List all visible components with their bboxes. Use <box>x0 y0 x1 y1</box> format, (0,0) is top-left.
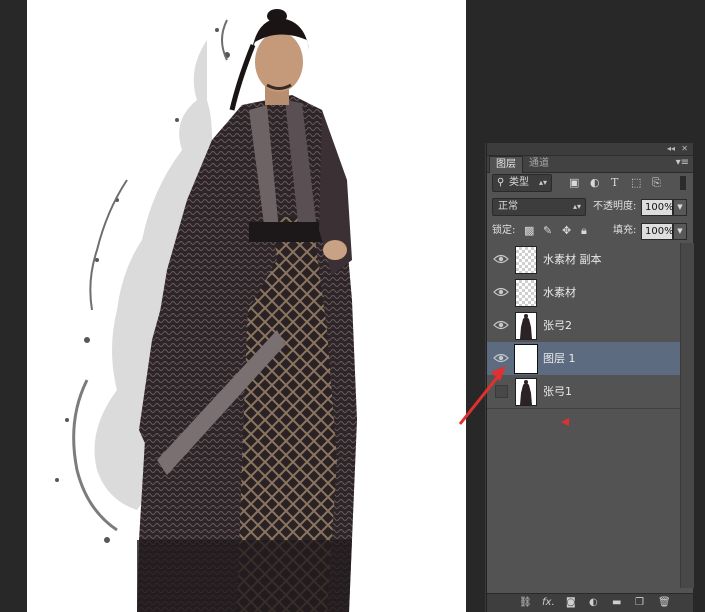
layer-thumbnail <box>515 378 537 406</box>
fill-label: 填充: <box>613 225 637 236</box>
filter-dropdown[interactable]: ⚲ 类型 ▴▾ <box>492 174 552 192</box>
panel-menu-icon[interactable]: ▾≡ <box>676 157 689 168</box>
layer-name[interactable]: 水素材 副本 <box>543 243 602 276</box>
layer-name[interactable]: 图层 1 <box>543 342 576 375</box>
document-canvas[interactable] <box>27 0 466 612</box>
eye-icon[interactable] <box>493 350 509 366</box>
visibility-toggle[interactable] <box>495 385 508 398</box>
lock-label: 锁定: <box>492 225 516 236</box>
layer-name[interactable]: 张弓1 <box>543 375 572 408</box>
layer-name[interactable]: 张弓2 <box>543 309 572 342</box>
tab-layers[interactable]: 图层 <box>489 156 523 173</box>
opacity-label: 不透明度: <box>593 201 637 212</box>
close-icon[interactable]: ✕ <box>681 143 688 155</box>
collapse-icon[interactable]: ◂◂ <box>667 143 675 155</box>
tab-channels[interactable]: 通道 <box>523 156 555 172</box>
add-mask-icon[interactable]: ◙ <box>566 596 576 609</box>
layer-row-selected[interactable]: 图层 1 <box>487 342 680 376</box>
group-folder-icon[interactable]: ▬ <box>612 596 621 609</box>
chevron-down-icon: ▴▾ <box>572 202 581 211</box>
opacity-input[interactable]: 100% <box>641 199 674 216</box>
fill-input[interactable]: 100% <box>641 223 674 240</box>
new-layer-icon[interactable]: ❐ <box>635 596 644 609</box>
image-filter-icon[interactable]: ▣ <box>569 176 579 190</box>
filter-row: ⚲ 类型 ▴▾ ▣ ◐ T ⬚ ⎘ <box>487 173 693 193</box>
eye-icon[interactable] <box>493 251 509 267</box>
eye-icon[interactable] <box>493 284 509 300</box>
opacity-slider-button[interactable]: ▼ <box>673 199 687 216</box>
shape-filter-icon[interactable]: ⬚ <box>631 176 641 190</box>
layers-panel: ◂◂ ✕ 图层 通道 ▾≡ ⚲ 类型 ▴▾ ▣ ◐ T ⬚ ⎘ 正常 ▴▾ 不透… <box>486 143 694 612</box>
link-layers-icon[interactable]: ⛓ <box>519 596 532 609</box>
lock-paint-icon[interactable]: ✎ <box>543 224 552 238</box>
fill-slider-button[interactable]: ▼ <box>673 223 687 240</box>
search-icon: ⚲ <box>497 177 505 188</box>
adjustment-filter-icon[interactable]: ◐ <box>590 176 600 190</box>
canvas-image <box>55 9 357 612</box>
fx-icon[interactable]: fx. <box>542 596 555 609</box>
eye-icon[interactable] <box>493 317 509 333</box>
panel-title-bar[interactable]: ◂◂ ✕ <box>487 143 693 156</box>
smart-object-filter-icon[interactable]: ⎘ <box>652 176 661 190</box>
blend-mode-dropdown[interactable]: 正常 ▴▾ <box>492 198 586 216</box>
layer-row[interactable]: 水素材 副本 <box>487 243 680 277</box>
layer-name[interactable]: 水素材 <box>543 276 576 309</box>
lock-row: 锁定: ▩ ✎ ✥ 🔒︎ 填充: 100% ▼ <box>487 221 693 241</box>
layer-row[interactable]: 张弓1 <box>487 375 680 409</box>
lock-all-icon[interactable]: 🔒︎ <box>581 224 587 238</box>
blend-mode-value: 正常 <box>498 201 518 212</box>
lock-move-icon[interactable]: ✥ <box>562 224 571 238</box>
layer-thumbnail <box>515 279 537 307</box>
layers-list: 水素材 副本 水素材 张弓2 图层 1 张弓1 <box>487 243 680 410</box>
annotation-marker <box>561 418 569 426</box>
layers-scrollbar[interactable] <box>680 243 694 588</box>
layers-bottom-toolbar: ⛓ fx. ◙ ◐ ▬ ❐ 🗑︎ <box>487 593 693 612</box>
filter-toggle[interactable] <box>680 176 686 190</box>
layer-row[interactable]: 张弓2 <box>487 309 680 343</box>
chevron-down-icon: ▴▾ <box>538 178 547 187</box>
text-filter-icon[interactable]: T <box>611 176 618 190</box>
adjustment-layer-icon[interactable]: ◐ <box>589 596 598 609</box>
trash-icon[interactable]: 🗑︎ <box>658 596 671 609</box>
layer-thumbnail <box>515 312 537 340</box>
filter-label: 类型 <box>509 177 529 188</box>
blend-row: 正常 ▴▾ 不透明度: 100% ▼ <box>487 197 693 217</box>
panel-tabs: 图层 通道 ▾≡ <box>487 156 693 173</box>
layer-row[interactable]: 水素材 <box>487 276 680 310</box>
lock-transparent-icon[interactable]: ▩ <box>524 224 534 238</box>
layer-thumbnail <box>515 246 537 274</box>
layer-thumbnail <box>514 344 538 374</box>
